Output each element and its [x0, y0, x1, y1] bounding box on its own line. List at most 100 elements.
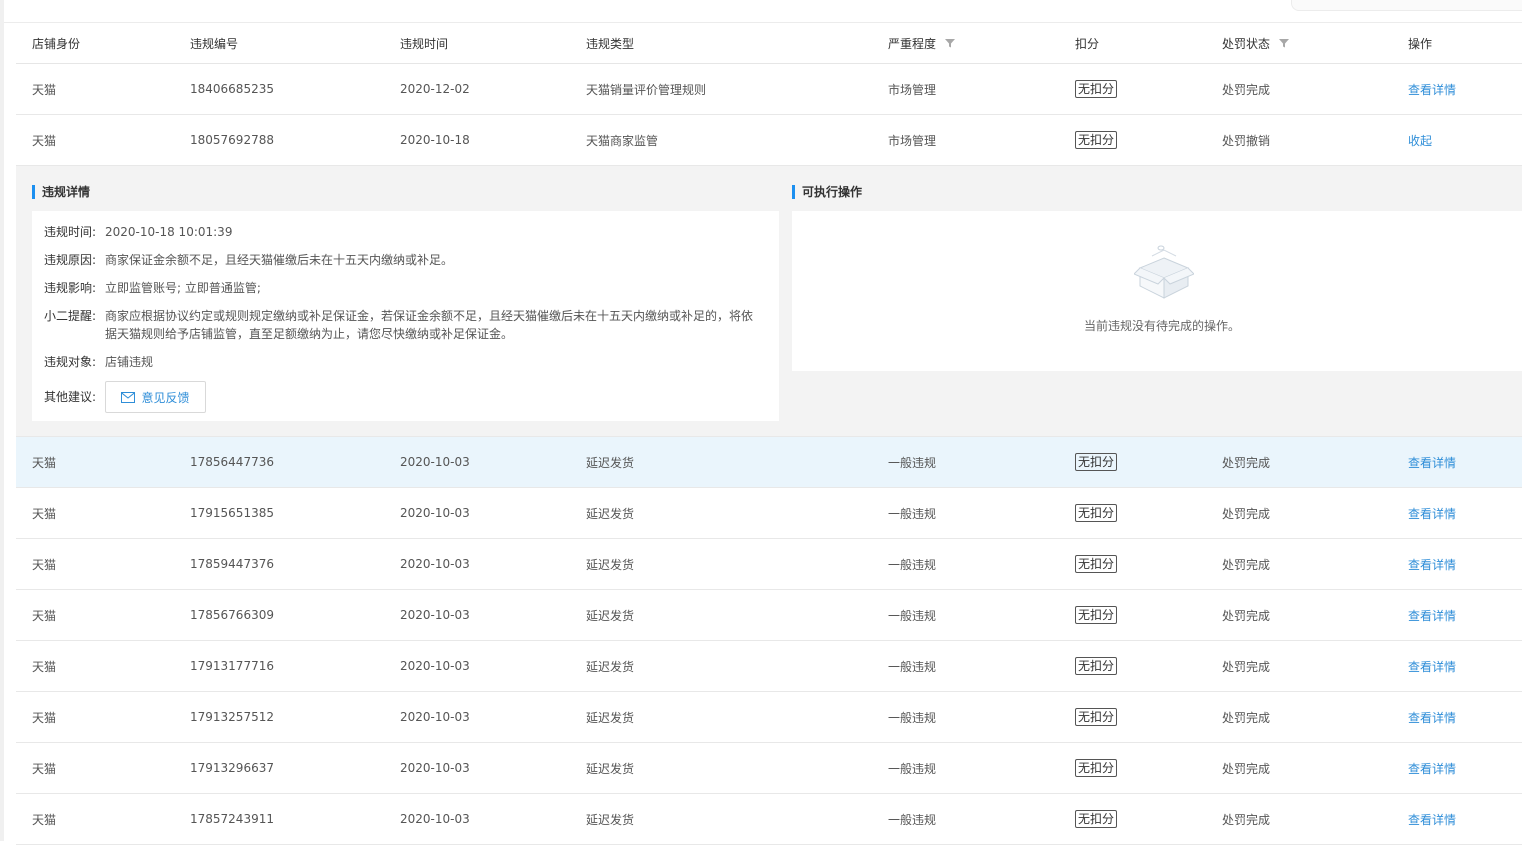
cell-points: 无扣分: [1075, 115, 1118, 165]
cell-status: 处罚完成: [1222, 590, 1270, 640]
table-row[interactable]: 天猫 17857243911 2020-10-03 延迟发货 一般违规 无扣分 处罚完成 查看…: [16, 794, 1522, 845]
view-details-link[interactable]: 查看详情: [1408, 81, 1456, 98]
table-row[interactable]: 天猫 17856447736 2020-10-03 延迟发货 一般违规 无扣分 处罚完成 查看…: [16, 437, 1522, 488]
table-row[interactable]: 天猫 17856766309 2020-10-03 延迟发货 一般违规 无扣分 处罚完成 查看…: [16, 590, 1522, 641]
cell-type: 延迟发货: [586, 743, 634, 793]
violation-detail-panel: 违规详情 可执行操作 违规时间: 2020-10-18 10:01:39 违规原…: [16, 166, 1522, 437]
cell-date: 2020-10-03: [400, 794, 470, 844]
rows-bottom: 天猫 17856447736 2020-10-03 延迟发货 一般违规 无扣分 处罚完成 查看…: [16, 437, 1522, 845]
detail-time-row: 违规时间: 2020-10-18 10:01:39: [44, 223, 232, 241]
cell-action: 查看详情: [1408, 794, 1456, 844]
cell-status-text: 处罚完成: [1222, 710, 1271, 725]
left-divider: [0, 0, 4, 841]
cell-severity-text: 一般违规: [888, 761, 937, 776]
view-details-link[interactable]: 查看详情: [1408, 709, 1456, 726]
cell-severity-text: 一般违规: [888, 506, 937, 521]
table-row[interactable]: 天猫 18406685235 2020-12-02 天猫销量评价管理规则 市场管理 无扣分…: [16, 64, 1522, 115]
filter-icon[interactable]: [1278, 37, 1290, 49]
cell-type-text: 延迟发货: [586, 455, 635, 470]
detail-tip-value: 商家应根据协议约定或规则规定缴纳或补足保证金，若保证金余额不足，且经天猫催缴后未…: [105, 307, 753, 343]
detail-tip-label: 小二提醒:: [44, 309, 97, 323]
cell-violation-id-text: 17913257512: [190, 710, 274, 724]
cell-date: 2020-10-03: [400, 641, 470, 691]
cell-action: 查看详情: [1408, 64, 1456, 114]
cell-action: 查看详情: [1408, 743, 1456, 793]
table-row[interactable]: 天猫 17915651385 2020-10-03 延迟发货 一般违规 无扣分 处罚完成 查看…: [16, 488, 1522, 539]
cell-severity-text: 一般违规: [888, 710, 937, 725]
cell-violation-id: 17913296637: [190, 743, 274, 793]
view-details-link[interactable]: 查看详情: [1408, 556, 1456, 573]
cell-shop-text: 天猫: [32, 608, 57, 623]
detail-impact-value: 立即监管账号; 立即普通监管;: [105, 281, 261, 295]
cell-status: 处罚完成: [1222, 641, 1270, 691]
cell-date-text: 2020-10-03: [400, 659, 470, 673]
feedback-button[interactable]: 意见反馈: [105, 381, 206, 413]
detail-title: 违规详情: [32, 185, 90, 199]
filter-icon[interactable]: [944, 37, 956, 49]
cell-action: 查看详情: [1408, 641, 1456, 691]
cell-status: 处罚撤销: [1222, 115, 1270, 165]
detail-object-label: 违规对象:: [44, 355, 97, 369]
operations-box: 当前违规没有待完成的操作。: [792, 211, 1522, 371]
cell-shop: 天猫: [32, 692, 56, 742]
cell-violation-id: 17857243911: [190, 794, 274, 844]
header-shop: 店铺身份: [32, 36, 81, 51]
header-points: 扣分: [1075, 36, 1100, 51]
cell-shop: 天猫: [32, 743, 56, 793]
cell-violation-id: 17859447376: [190, 539, 274, 589]
points-badge: 无扣分: [1075, 555, 1118, 573]
cell-type-text: 天猫商家监管: [586, 133, 659, 148]
view-details-link[interactable]: 查看详情: [1408, 505, 1456, 522]
cell-severity: 一般违规: [888, 539, 936, 589]
cell-action: 查看详情: [1408, 590, 1456, 640]
cell-shop-text: 天猫: [32, 455, 57, 470]
view-details-link[interactable]: 查看详情: [1408, 454, 1456, 471]
cell-status: 处罚完成: [1222, 64, 1270, 114]
table-row[interactable]: 天猫 17913177716 2020-10-03 延迟发货 一般违规 无扣分 处罚完成 查看…: [16, 641, 1522, 692]
header-action: 操作: [1408, 36, 1433, 51]
violation-table: 店铺身份 违规编号 违规时间 违规类型 严重程度 扣分 处罚状态 操作 天猫 18…: [16, 23, 1522, 845]
cell-violation-id: 17913177716: [190, 641, 274, 691]
cell-status: 处罚完成: [1222, 794, 1270, 844]
cell-date-text: 2020-10-18: [400, 133, 470, 147]
header-type: 违规类型: [586, 36, 635, 51]
view-details-link[interactable]: 查看详情: [1408, 658, 1456, 675]
cell-status-text: 处罚完成: [1222, 506, 1271, 521]
cell-date-text: 2020-10-03: [400, 710, 470, 724]
top-strip: [0, 0, 1522, 23]
cell-date-text: 2020-10-03: [400, 608, 470, 622]
cell-date-text: 2020-10-03: [400, 812, 470, 826]
cell-date: 2020-10-03: [400, 692, 470, 742]
table-row[interactable]: 天猫 17913257512 2020-10-03 延迟发货 一般违规 无扣分 处罚完成 查看…: [16, 692, 1522, 743]
table-row[interactable]: 天猫 17913296637 2020-10-03 延迟发货 一般违规 无扣分 处罚完成 查看…: [16, 743, 1522, 794]
cell-action: 收起: [1408, 115, 1432, 165]
table-row[interactable]: 天猫 17859447376 2020-10-03 延迟发货 一般违规 无扣分 处罚完成 查看…: [16, 539, 1522, 590]
cell-violation-id: 17913257512: [190, 692, 274, 742]
view-details-link[interactable]: 查看详情: [1408, 607, 1456, 624]
cell-type: 延迟发货: [586, 539, 634, 589]
cell-violation-id-text: 17856447736: [190, 455, 274, 469]
cell-violation-id-text: 17913296637: [190, 761, 274, 775]
view-details-link[interactable]: 查看详情: [1408, 811, 1456, 828]
header-id: 违规编号: [190, 36, 239, 51]
top-search-box[interactable]: [1291, 0, 1522, 11]
view-details-link[interactable]: 查看详情: [1408, 760, 1456, 777]
points-badge: 无扣分: [1075, 657, 1118, 675]
cell-type: 天猫销量评价管理规则: [586, 64, 706, 114]
cell-severity-text: 一般违规: [888, 812, 937, 827]
table-row[interactable]: 天猫 18057692788 2020-10-18 天猫商家监管 市场管理 无扣分 处罚撤销…: [16, 115, 1522, 166]
cell-date: 2020-10-03: [400, 539, 470, 589]
points-badge: 无扣分: [1075, 80, 1118, 98]
cell-shop: 天猫: [32, 590, 56, 640]
header-severity-label: 严重程度: [888, 36, 937, 51]
cell-action: 查看详情: [1408, 488, 1456, 538]
detail-reason-label: 违规原因:: [44, 253, 97, 267]
cell-type-text: 延迟发货: [586, 761, 635, 776]
cell-points: 无扣分: [1075, 437, 1118, 487]
cell-status: 处罚完成: [1222, 539, 1270, 589]
cell-shop-text: 天猫: [32, 710, 57, 725]
cell-status-text: 处罚完成: [1222, 761, 1271, 776]
cell-shop-text: 天猫: [32, 812, 57, 827]
cell-type: 延迟发货: [586, 794, 634, 844]
collapse-link[interactable]: 收起: [1408, 132, 1432, 149]
